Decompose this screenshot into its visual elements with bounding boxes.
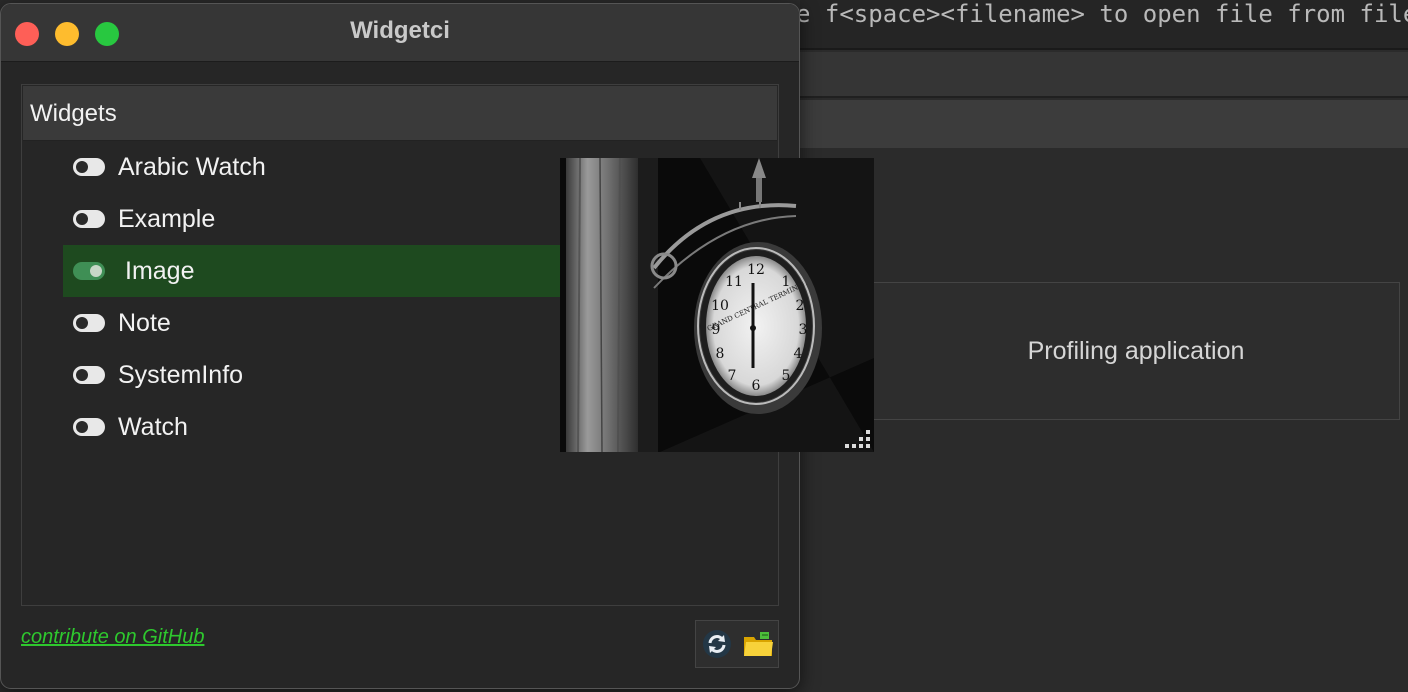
svg-text:6: 6 <box>752 378 761 394</box>
widget-label: Arabic Watch <box>118 152 266 181</box>
profiling-text: Profiling application <box>1027 336 1245 365</box>
widget-item-image[interactable]: Image <box>63 245 561 297</box>
background-tabbar <box>800 100 1408 148</box>
svg-text:11: 11 <box>725 274 743 290</box>
svg-text:5: 5 <box>782 368 791 384</box>
toggle-switch[interactable] <box>73 158 105 176</box>
folder-icon[interactable] <box>741 627 775 661</box>
svg-text:4: 4 <box>794 346 803 362</box>
resize-grip-icon[interactable] <box>844 428 872 450</box>
title-bar[interactable]: Widgetci <box>1 4 799 62</box>
command-hint-text: e f<space><filename> to open file from f… <box>800 0 1408 28</box>
toggle-switch[interactable] <box>73 366 105 384</box>
toggle-switch[interactable] <box>73 418 105 436</box>
toggle-switch[interactable] <box>73 210 105 228</box>
profiling-status-box: Profiling application <box>868 282 1400 420</box>
image-widget[interactable]: 12 1 2 3 4 5 6 7 8 9 10 11 GRAND CENTRAL… <box>560 158 874 452</box>
widget-label: Note <box>118 308 171 337</box>
toggle-switch[interactable] <box>73 262 105 280</box>
window-title: Widgetci <box>350 17 450 44</box>
svg-text:10: 10 <box>711 298 729 314</box>
background-content <box>800 148 1408 692</box>
clock-photo: 12 1 2 3 4 5 6 7 8 9 10 11 GRAND CENTRAL… <box>560 158 874 452</box>
footer-button-group <box>695 620 779 668</box>
github-link[interactable]: contribute on GitHub <box>21 626 204 649</box>
svg-text:3: 3 <box>799 322 808 338</box>
widget-label: Watch <box>118 412 188 441</box>
widgets-header: Widgets <box>23 86 777 141</box>
svg-text:8: 8 <box>716 346 725 362</box>
svg-text:12: 12 <box>747 262 765 278</box>
widget-label: Image <box>125 256 195 285</box>
svg-text:7: 7 <box>728 368 737 384</box>
widget-label: SystemInfo <box>118 360 244 389</box>
toggle-switch[interactable] <box>73 314 105 332</box>
widget-label: Example <box>118 204 216 233</box>
background-toolbar <box>800 52 1408 98</box>
refresh-icon[interactable] <box>700 627 734 661</box>
command-hint-bar: e f<space><filename> to open file from f… <box>800 0 1408 50</box>
svg-text:2: 2 <box>796 298 805 314</box>
